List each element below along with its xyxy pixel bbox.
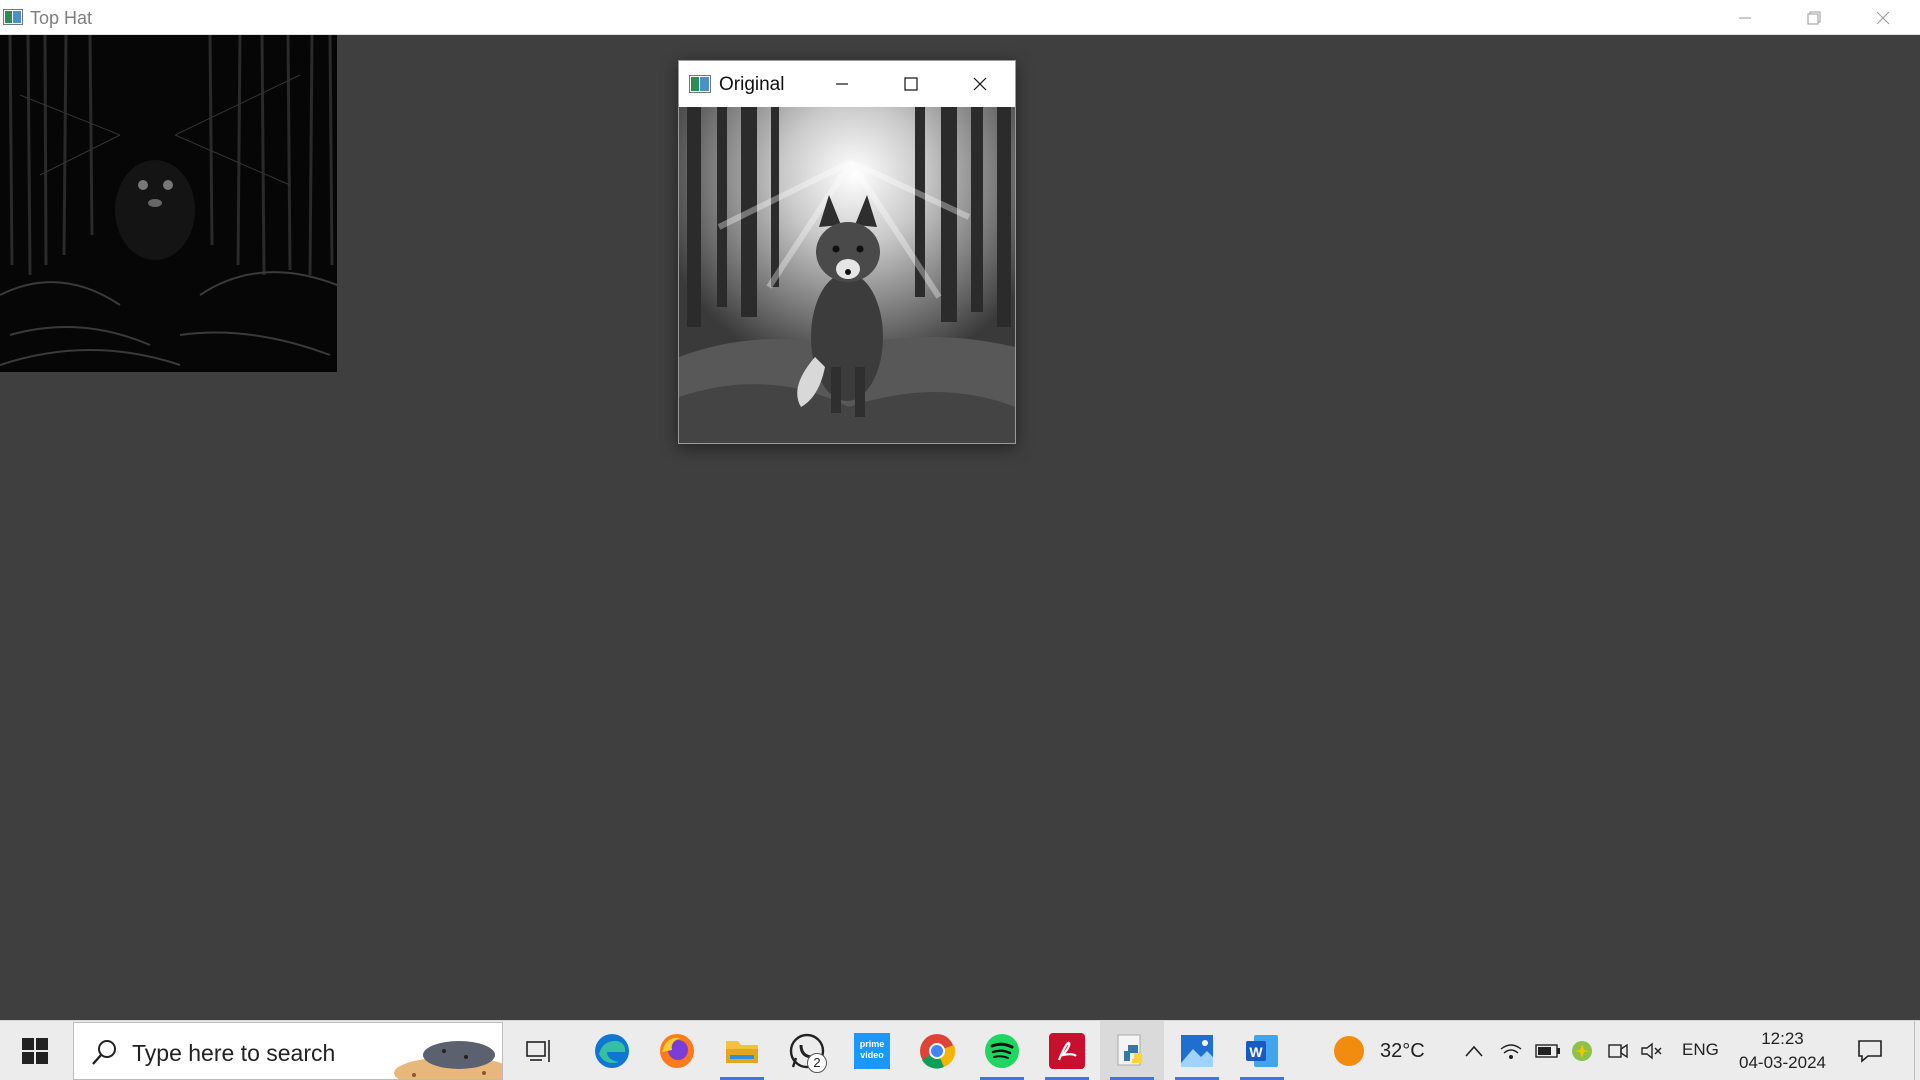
taskbar-app-whatsapp[interactable]: 2	[775, 1021, 839, 1080]
maximize-button[interactable]	[876, 61, 946, 106]
tophat-image	[0, 35, 337, 372]
close-button[interactable]	[1848, 0, 1918, 35]
wifi-button[interactable]	[1497, 1037, 1525, 1065]
notification-badge: 2	[807, 1053, 827, 1073]
task-view-button[interactable]	[508, 1021, 572, 1080]
original-fox-image	[679, 107, 1015, 443]
volume-button[interactable]	[1638, 1037, 1666, 1065]
close-icon	[1876, 11, 1890, 24]
battery-icon	[1535, 1044, 1560, 1058]
taskbar-app-chrome[interactable]	[905, 1021, 969, 1080]
original-window-titlebar[interactable]: Original	[679, 61, 1015, 106]
restore-button[interactable]	[1779, 0, 1849, 35]
prime-video-icon: prime video	[854, 1033, 890, 1069]
search-icon	[92, 1040, 116, 1065]
minimize-icon	[836, 82, 848, 85]
edge-icon	[595, 1034, 629, 1068]
taskbar: Type here to search 2 prime video W 32°C…	[0, 1020, 1920, 1080]
opencv-window-icon	[3, 9, 23, 25]
word-icon: W	[1246, 1035, 1278, 1067]
search-placeholder: Type here to search	[132, 1040, 336, 1066]
spotify-icon	[985, 1034, 1019, 1068]
python-icon	[1117, 1034, 1142, 1066]
windows-logo-icon	[22, 1038, 48, 1064]
minimize-button[interactable]	[1710, 0, 1780, 35]
battery-button[interactable]	[1534, 1037, 1562, 1065]
input-language[interactable]: ENG	[1682, 1040, 1719, 1060]
opencv-window-icon	[689, 75, 711, 93]
clock-date: 04-03-2024	[1739, 1053, 1826, 1072]
minimize-button[interactable]	[807, 61, 877, 106]
taskbar-app-word[interactable]: W	[1230, 1021, 1294, 1080]
taskbar-app-edge[interactable]	[580, 1021, 644, 1080]
clock[interactable]: 12:23 04-03-2024	[1730, 1027, 1835, 1075]
taskbar-app-spotify[interactable]	[970, 1021, 1034, 1080]
wifi-icon	[1500, 1044, 1522, 1059]
volume-muted-icon	[1641, 1042, 1662, 1060]
tray-app-button[interactable]	[1568, 1037, 1596, 1065]
photos-icon	[1181, 1035, 1213, 1067]
clock-time: 12:23	[1761, 1029, 1804, 1048]
sun-icon	[1334, 1036, 1364, 1066]
notification-icon	[1858, 1040, 1882, 1063]
chrome-icon	[920, 1034, 956, 1069]
task-view-icon	[526, 1040, 550, 1062]
minimize-icon	[1739, 17, 1751, 18]
firefox-icon	[660, 1034, 694, 1068]
tophat-window-titlebar[interactable]: Top Hat	[0, 0, 1920, 35]
taskbar-app-firefox[interactable]	[645, 1021, 709, 1080]
window-title: Original	[719, 74, 785, 95]
window-title: Top Hat	[30, 8, 93, 28]
video-camera-icon	[1608, 1043, 1628, 1059]
search-highlight-art	[394, 1041, 502, 1079]
original-window[interactable]: Original	[678, 60, 1016, 444]
taskbar-app-acrobat[interactable]	[1035, 1021, 1099, 1080]
weather-temperature: 32°C	[1380, 1039, 1425, 1062]
folder-icon	[726, 1041, 758, 1063]
taskbar-app-prime-video[interactable]: prime video	[840, 1021, 904, 1080]
close-button[interactable]	[945, 61, 1015, 106]
show-desktop-button[interactable]	[1914, 1021, 1920, 1080]
taskbar-app-python[interactable]	[1100, 1021, 1164, 1080]
weather-widget[interactable]: 32°C	[1334, 1021, 1425, 1080]
search-box[interactable]: Type here to search	[73, 1022, 503, 1080]
taskbar-app-file-explorer[interactable]	[710, 1021, 774, 1080]
chevron-up-icon	[1465, 1045, 1483, 1057]
tray-app-icon	[1572, 1041, 1592, 1061]
start-button[interactable]	[0, 1021, 70, 1080]
taskbar-app-photos[interactable]	[1165, 1021, 1229, 1080]
close-icon	[973, 77, 987, 90]
show-hidden-icons-button[interactable]	[1460, 1037, 1488, 1065]
restore-icon	[1807, 11, 1821, 24]
notification-center-button[interactable]	[1850, 1033, 1890, 1069]
maximize-icon	[904, 76, 918, 91]
meet-now-button[interactable]	[1604, 1037, 1632, 1065]
acrobat-icon	[1049, 1033, 1085, 1069]
svg-text:W: W	[1249, 1044, 1263, 1060]
